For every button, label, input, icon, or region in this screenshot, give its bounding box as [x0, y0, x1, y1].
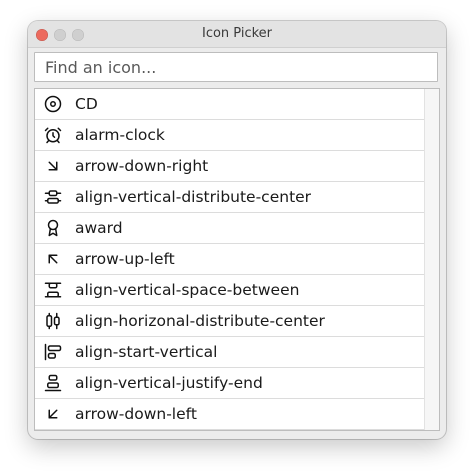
list-item-label: arrow-up-left [75, 250, 175, 268]
search-input[interactable] [34, 52, 438, 82]
alarm-clock-icon [44, 126, 62, 144]
list-item[interactable]: CD [35, 89, 424, 120]
arrow-down-left-icon [44, 405, 62, 423]
list-item[interactable]: align-vertical-space-between [35, 275, 424, 306]
award-icon [44, 219, 62, 237]
scrollbar-thumb[interactable] [428, 91, 436, 117]
list-item-label: align-horizonal-distribute-center [75, 312, 325, 330]
list-item[interactable]: align-horizonal-distribute-center [35, 306, 424, 337]
list-item-label: align-vertical-distribute-center [75, 188, 312, 206]
list-item-label: award [75, 219, 123, 237]
list-item[interactable]: align-vertical-justify-end [35, 368, 424, 399]
list-item-label: align-start-vertical [75, 343, 218, 361]
list-item[interactable] [35, 430, 424, 431]
window-title: Icon Picker [201, 26, 273, 41]
disc-icon [44, 95, 62, 113]
list-item-label: arrow-down-right [75, 157, 209, 175]
list-item[interactable]: align-vertical-distribute-center [35, 182, 424, 213]
icon-list-rows: CD alarm-clock arrow-down-right align-ve… [35, 89, 424, 431]
align-vertical-distribute-center-icon [44, 188, 62, 206]
list-item-label: align-vertical-space-between [75, 281, 300, 299]
align-horizontal-distribute-center-icon [44, 312, 62, 330]
arrow-up-left-icon [44, 250, 62, 268]
list-item-label: align-vertical-justify-end [75, 374, 263, 392]
list-item[interactable]: arrow-down-right [35, 151, 424, 182]
list-item[interactable]: alarm-clock [35, 120, 424, 151]
list-item[interactable]: award [35, 213, 424, 244]
icon-picker-window: Icon Picker CD alarm-clock arrow-do [28, 21, 446, 439]
list-scrollbar[interactable] [424, 89, 439, 430]
list-item[interactable]: arrow-down-left [35, 399, 424, 430]
list-item[interactable]: arrow-up-left [35, 244, 424, 275]
list-item-label: arrow-down-left [75, 405, 197, 423]
arrow-down-right-icon [44, 157, 62, 175]
list-item-label: alarm-clock [75, 126, 165, 144]
list-item-label: CD [75, 95, 98, 113]
icon-list[interactable]: CD alarm-clock arrow-down-right align-ve… [34, 88, 440, 431]
title-bar[interactable]: Icon Picker [28, 21, 446, 48]
align-vertical-space-between-icon [44, 281, 62, 299]
align-vertical-justify-end-icon [44, 374, 62, 392]
align-start-vertical-icon [44, 343, 62, 361]
list-item[interactable]: align-start-vertical [35, 337, 424, 368]
